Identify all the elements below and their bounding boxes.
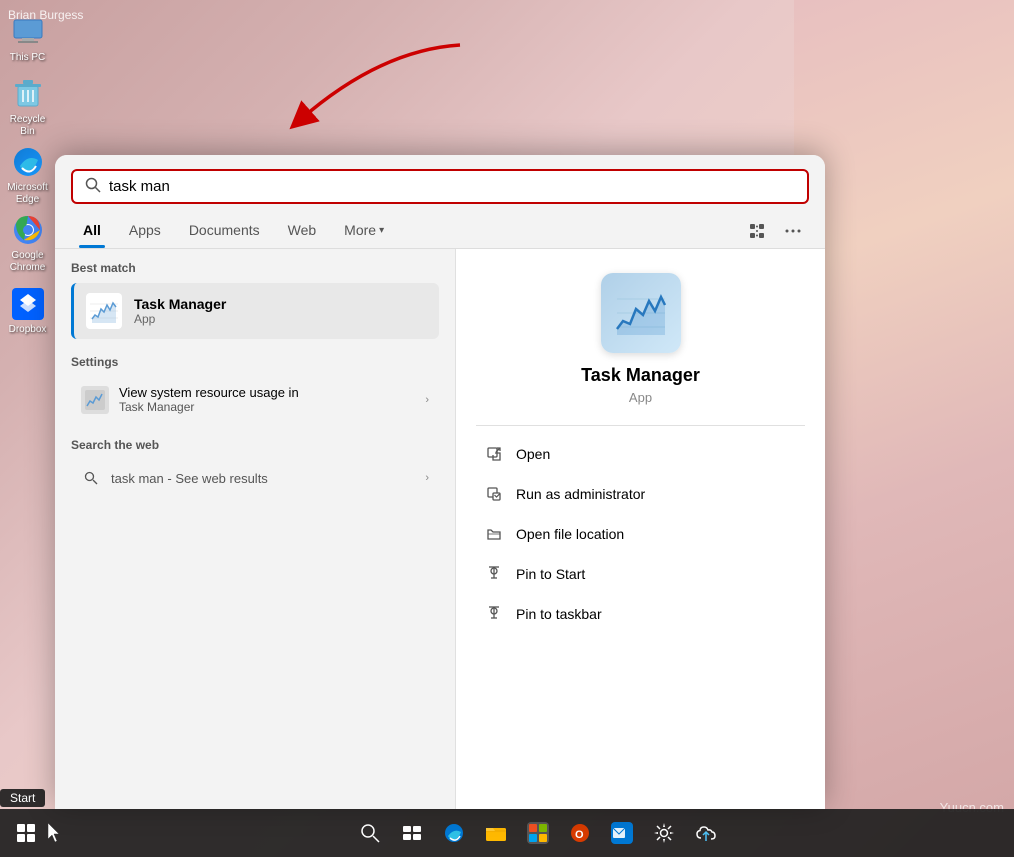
search-panel: All Apps Documents Web More ▾ [55,155,825,809]
desktop-icon-recyclebin[interactable]: Recycle Bin [3,78,53,138]
search-left-panel: Best match [55,249,455,809]
best-match-label: Best match [71,261,439,275]
taskbar-explorer-btn[interactable] [476,813,516,853]
app-large-icon [601,273,681,353]
cursor-icon [48,823,62,843]
search-input-wrapper[interactable] [71,169,809,204]
grid-icon-btn[interactable] [741,215,773,247]
web-chevron-icon: › [425,472,429,484]
desktop-icon-edge[interactable]: Microsoft Edge [3,146,53,206]
taskbar-outlook-btn[interactable] [602,813,642,853]
taskbar-taskview-btn[interactable] [392,813,432,853]
svg-text:O: O [575,829,584,841]
thispc-icon [12,16,44,48]
edge-icon [12,146,44,178]
search-right-panel: Task Manager App [455,249,825,809]
desktop-icon-dropbox[interactable]: Dropbox [3,282,53,342]
action-run-admin-label: Run as administrator [516,486,645,502]
pin-taskbar-icon [484,604,504,624]
action-run-as-admin[interactable]: Run as administrator [476,474,805,514]
action-open-label: Open [516,446,550,462]
desktop-icon-thispc[interactable]: This PC [3,10,53,70]
chevron-down-icon: ▾ [379,225,384,236]
search-bar-container [55,155,825,214]
task-manager-icon [86,293,122,329]
best-match-name: Task Manager [134,296,427,312]
recyclebin-label: Recycle Bin [7,114,49,138]
start-label: Start [0,789,45,807]
chrome-icon [12,214,44,246]
tab-documents[interactable]: Documents [177,214,272,248]
run-admin-icon [484,484,504,504]
settings-title: View system resource usage in [119,385,415,400]
tab-web[interactable]: Web [276,214,329,248]
best-match-type: App [134,312,427,326]
tab-all[interactable]: All [71,214,113,248]
taskbar: O [0,809,1014,857]
edge-label: Microsoft Edge [7,182,49,206]
web-search-suffix: - See web results [167,471,267,486]
taskbar-settings-btn[interactable] [644,813,684,853]
settings-subtitle: Task Manager [119,400,415,414]
action-pin-taskbar-label: Pin to taskbar [516,606,602,622]
dropbox-icon [12,288,44,320]
settings-item-text: View system resource usage in Task Manag… [119,385,415,414]
start-button[interactable] [8,815,44,851]
desktop: Brian Burgess This PC [0,0,1014,857]
taskbar-search-btn[interactable] [350,813,390,853]
dropbox-label: Dropbox [9,324,47,336]
tab-icons-right [741,215,809,247]
wallpaper-decoration [794,0,1014,809]
taskbar-store-btn[interactable] [518,813,558,853]
pin-start-icon [484,564,504,584]
action-open-file-location[interactable]: Open file location [476,514,805,554]
settings-section-label: Settings [71,355,439,369]
action-pin-start-label: Pin to Start [516,566,585,582]
windows-logo-icon [16,823,36,843]
action-file-location-label: Open file location [516,526,624,542]
taskbar-office-btn[interactable]: O [560,813,600,853]
search-icon [85,177,101,196]
more-options-btn[interactable] [777,215,809,247]
settings-item[interactable]: View system resource usage in Task Manag… [71,377,439,422]
web-section-label: Search the web [71,438,439,452]
app-large-name: Task Manager [581,365,700,386]
action-pin-to-taskbar[interactable]: Pin to taskbar [476,594,805,634]
taskbar-cloud-btn[interactable] [686,813,726,853]
tab-more[interactable]: More ▾ [332,214,396,248]
search-tabs: All Apps Documents Web More ▾ [55,214,825,249]
desktop-icon-chrome[interactable]: Google Chrome [3,214,53,274]
desktop-icon-column: This PC Recycle Bin [0,0,55,809]
app-large-type: App [629,390,652,405]
open-icon [484,444,504,464]
web-search-text: task man - See web results [111,471,415,486]
best-match-info: Task Manager App [134,296,427,326]
web-search-icon [81,468,101,488]
taskbar-icons: O [70,813,1006,853]
action-pin-to-start[interactable]: Pin to Start [476,554,805,594]
app-actions: Open Run as administrator [476,425,805,634]
best-match-item[interactable]: Task Manager App [71,283,439,339]
action-open[interactable]: Open [476,434,805,474]
file-location-icon [484,524,504,544]
taskbar-edge-btn[interactable] [434,813,474,853]
settings-chevron-icon: › [425,394,429,406]
recyclebin-icon [12,78,44,110]
thispc-label: This PC [10,52,46,64]
tab-apps[interactable]: Apps [117,214,173,248]
chrome-label: Google Chrome [7,250,49,274]
action-divider [476,425,805,426]
annotation-arrow [180,30,480,150]
search-content: Best match [55,249,825,809]
search-input[interactable] [109,178,795,195]
web-search-item[interactable]: task man - See web results › [71,460,439,496]
settings-resource-icon [81,386,109,414]
